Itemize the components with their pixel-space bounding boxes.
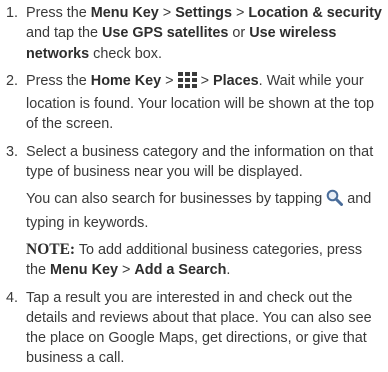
- step-number: 4.: [6, 289, 19, 306]
- step-number: 1.: [6, 5, 19, 21]
- menu-key-label: Menu Key: [50, 262, 118, 279]
- settings-label: Settings: [175, 5, 232, 21]
- step-number: 2.: [6, 72, 19, 89]
- step-1: 1. Press the Menu Key > Settings > Locat…: [4, 3, 382, 64]
- step-text: Press the Menu Key > Settings > Location…: [26, 5, 382, 62]
- use-gps-label: Use GPS satellites: [102, 25, 229, 42]
- add-search-label: Add a Search: [134, 262, 227, 279]
- steps-list: 1. Press the Menu Key > Settings > Locat…: [4, 3, 382, 369]
- step-4: 4. Tap a result you are interested in an…: [4, 288, 382, 369]
- step-text: Press the Home Key > > Places. Wait whil…: [26, 71, 375, 133]
- apps-grid-icon: [177, 71, 197, 94]
- home-key-label: Home Key: [90, 72, 162, 89]
- menu-key-label: Menu Key: [90, 5, 159, 21]
- note-label: NOTE:: [26, 240, 76, 258]
- places-label: Places: [213, 72, 259, 89]
- step-number: 3.: [6, 143, 19, 160]
- step-text: Select a business category and the infor…: [26, 143, 374, 181]
- step-text: Tap a result you are interested in and c…: [26, 289, 372, 367]
- instruction-page: 1. Press the Menu Key > Settings > Locat…: [0, 0, 388, 372]
- search-note: You can also search for businesses by ta…: [26, 189, 372, 231]
- step-3: 3. Select a business category and the in…: [4, 142, 382, 281]
- location-security-label: Location & security: [248, 5, 382, 21]
- step-2: 2. Press the Home Key > > Places. Wait w…: [4, 71, 382, 135]
- search-icon: [326, 189, 344, 212]
- note-paragraph: NOTE: To add additional business categor…: [26, 240, 363, 279]
